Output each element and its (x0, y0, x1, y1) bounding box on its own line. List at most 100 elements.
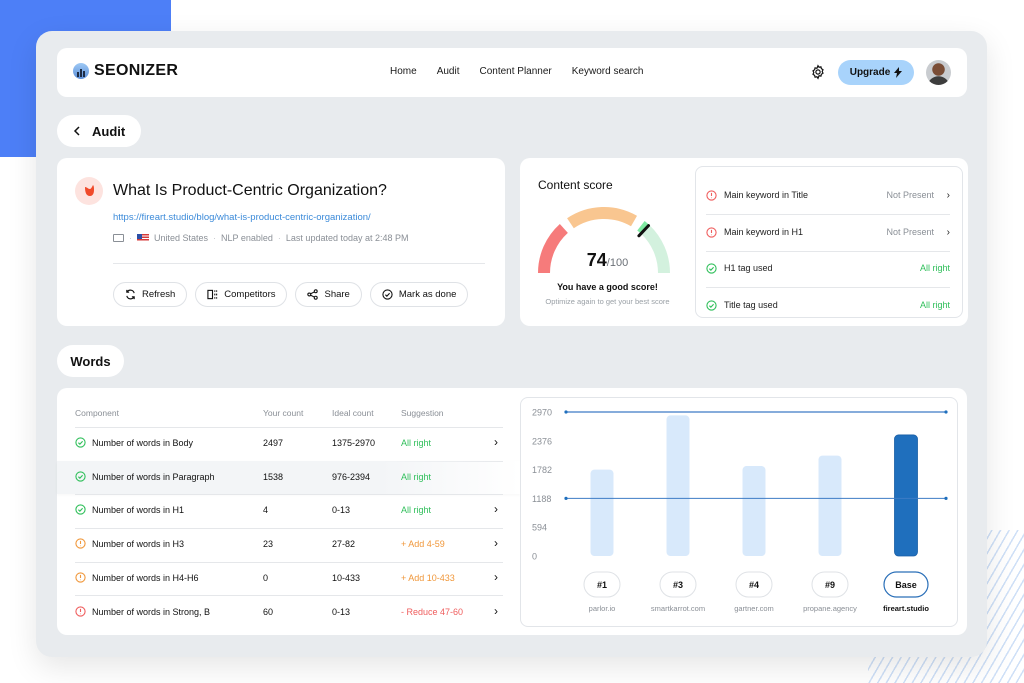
x-tick-label: smartkarrot.com (651, 604, 705, 613)
table-row[interactable]: Number of words in H4-H6 0 10-433 + Add 10-… (57, 562, 520, 595)
x-tick-label: parlor.io (589, 604, 616, 613)
site-favicon (75, 177, 103, 205)
row-your-count: 4 (263, 505, 269, 516)
back-to-audit-button[interactable]: Audit (57, 115, 141, 147)
word-count-chart: 2970 2376 1782 1188 594 0 #1 parlor.io #3 smartka… (520, 397, 958, 627)
row-ideal-count: 0-13 (332, 606, 351, 617)
check-label: Main keyword in Title (724, 190, 809, 200)
table-row[interactable]: Number of words in H1 4 0-13 All right › (57, 494, 520, 527)
words-section-title: Words (57, 345, 124, 377)
article-card: What Is Product-Centric Organization? ht… (57, 158, 505, 326)
alert-circle-icon (75, 605, 86, 619)
mark-as-done-button[interactable]: Mark as done (369, 282, 469, 307)
x-tick-label: gartner.com (734, 604, 774, 613)
divider (113, 263, 485, 264)
nav-content-planner[interactable]: Content Planner (479, 66, 551, 77)
chevron-right-icon[interactable]: › (938, 190, 950, 201)
chevron-left-icon (73, 126, 80, 136)
check-label: Title tag used (724, 300, 778, 310)
meta-country: United States (154, 233, 209, 243)
share-icon (307, 289, 319, 300)
row-suggestion: All right (401, 438, 432, 448)
bar-parlor-io (590, 469, 614, 556)
refresh-icon (126, 289, 135, 300)
check-circle-icon (75, 437, 86, 450)
row-component: Number of words in Paragraph (92, 471, 215, 482)
table-row[interactable]: Number of words in Strong, B 60 0-13 - Redu… (57, 596, 520, 629)
nav-keyword-search[interactable]: Keyword search (572, 66, 644, 77)
back-label: Audit (92, 123, 126, 139)
mark-as-done-label: Mark as done (398, 289, 457, 300)
share-button[interactable]: Share (295, 282, 362, 307)
row-ideal-count: 1375-2970 (332, 438, 376, 448)
competitors-label: Competitors (224, 289, 276, 300)
chevron-right-icon[interactable]: › (938, 227, 950, 238)
fireart-logo-icon (85, 185, 94, 196)
table-row[interactable]: Number of words in Paragraph 1538 976-2394… (57, 460, 520, 494)
check-status: All right (919, 263, 950, 273)
check-item[interactable]: Main keyword in Title Not Present › (706, 177, 950, 213)
row-ideal-count: 0-13 (332, 505, 351, 516)
check-status: All right (919, 300, 950, 310)
chevron-right-icon[interactable]: › (494, 435, 498, 449)
words-card: Component Your count Ideal count Suggest… (57, 388, 967, 635)
page-meta: · United States · NLP enabled · Last upd… (113, 233, 409, 243)
row-suggestion: All right (401, 505, 432, 516)
meta-nlp: NLP enabled (221, 233, 273, 243)
gear-icon[interactable] (810, 64, 826, 80)
rank-label: #1 (597, 580, 607, 590)
gauge-segment-average (567, 207, 637, 229)
bar-fireart-studio (894, 434, 918, 557)
score-hint: Optimize again to get your best score (545, 297, 670, 306)
chevron-right-icon[interactable]: › (494, 502, 498, 516)
row-your-count: 1538 (263, 471, 284, 482)
x-tick-label: fireart.studio (883, 604, 929, 613)
column-header-component: Component (75, 408, 119, 418)
nav-home[interactable]: Home (390, 66, 417, 77)
check-circle-icon (75, 504, 86, 517)
y-tick-label: 1188 (532, 494, 551, 504)
check-circle-icon (706, 299, 717, 311)
chevron-right-icon[interactable]: › (494, 604, 498, 618)
competitors-button[interactable]: Competitors (195, 282, 288, 307)
x-tick-label: propane.agency (803, 604, 857, 613)
check-item[interactable]: Main keyword in H1 Not Present › (706, 214, 950, 250)
row-component: Number of words in H3 (92, 539, 185, 550)
seo-checks-list: Main keyword in Title Not Present › Main… (695, 166, 963, 318)
user-avatar[interactable] (926, 60, 951, 85)
check-circle-icon (382, 289, 393, 300)
share-label: Share (324, 289, 350, 300)
nav-audit[interactable]: Audit (437, 66, 460, 77)
row-your-count: 23 (263, 539, 274, 550)
rank-label: #3 (673, 580, 683, 590)
score-number: 74 (586, 250, 607, 270)
desktop-icon (113, 234, 124, 242)
table-row[interactable]: Number of words in Body 2497 1375-2970 All … (57, 427, 520, 460)
column-header-suggestion: Suggestion (401, 408, 444, 418)
row-suggestion: + Add 10-433 (401, 572, 455, 583)
alert-circle-icon (706, 226, 717, 238)
row-ideal-count: 976-2394 (332, 471, 371, 482)
check-status: Not Present (886, 190, 934, 200)
rank-label: #4 (749, 580, 759, 590)
page-title: What Is Product-Centric Organization? (113, 182, 387, 199)
y-tick-label: 2970 (532, 408, 552, 418)
upgrade-label: Upgrade (849, 67, 891, 78)
chevron-right-icon[interactable]: › (494, 536, 498, 550)
upgrade-button[interactable]: Upgrade (838, 60, 914, 85)
logo-icon (73, 63, 89, 79)
chevron-right-icon[interactable]: › (494, 570, 498, 584)
reference-line-endpoint (564, 410, 568, 414)
content-score-title: Content score (538, 178, 613, 192)
reference-line-endpoint (944, 410, 948, 414)
y-tick-label: 1782 (532, 465, 552, 475)
row-your-count: 60 (263, 606, 274, 617)
page-url-link[interactable]: https://fireart.studio/blog/what-is-prod… (113, 212, 371, 223)
check-item: H1 tag used All right (706, 250, 950, 286)
refresh-button[interactable]: Refresh (113, 282, 188, 307)
table-row[interactable]: Number of words in H3 23 27-82 + Add 4-59 › (57, 528, 520, 561)
y-tick-label: 2376 (532, 436, 552, 446)
row-component: Number of words in Body (92, 438, 194, 448)
row-ideal-count: 27-82 (332, 539, 356, 550)
logo[interactable]: SEONIZER (73, 62, 178, 80)
